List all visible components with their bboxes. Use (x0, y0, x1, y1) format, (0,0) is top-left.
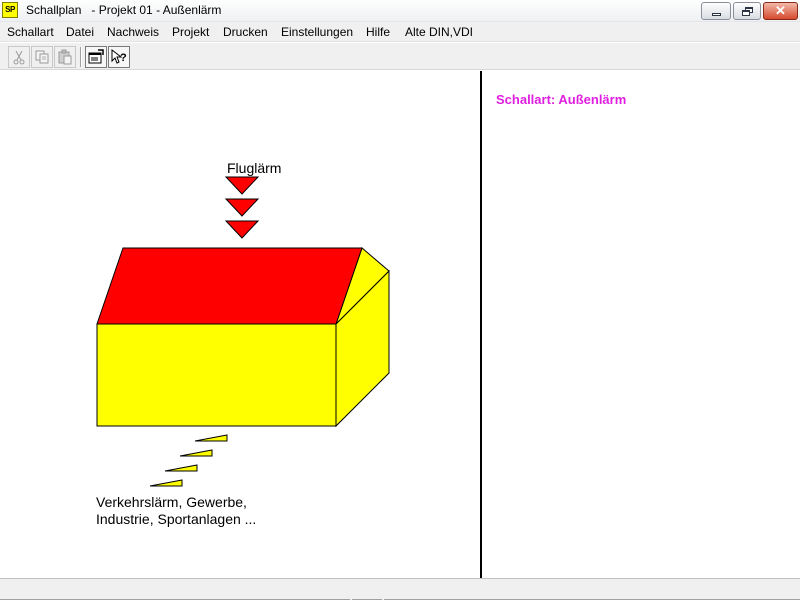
flug-arrow-2 (224, 198, 260, 217)
maximize-button[interactable] (733, 2, 761, 20)
copy-icon (35, 50, 49, 64)
drawing-pane[interactable]: Fluglärm Verkehrslärm, Gewerbe, Industri… (0, 71, 480, 578)
ground-wedge-2 (164, 464, 198, 472)
close-button[interactable]: ✕ (763, 2, 798, 20)
menu-drucken[interactable]: Drucken (220, 24, 271, 40)
cut-button[interactable] (8, 46, 30, 68)
properties-icon (88, 49, 104, 64)
schallart-label: Schallart: Außenlärm (496, 92, 627, 107)
ground-noise-label-line2: Industrie, Sportanlagen ... (96, 511, 257, 527)
ground-wedge-3 (179, 449, 213, 457)
minimize-icon (712, 13, 721, 16)
fluglaerm-label: Fluglärm (227, 160, 282, 176)
ground-wedge-1 (149, 479, 183, 487)
menu-einstellungen[interactable]: Einstellungen (278, 24, 356, 40)
ground-wedge-4 (194, 434, 228, 442)
properties-button[interactable] (85, 46, 107, 68)
restore-icon-front (742, 10, 750, 16)
cut-icon (13, 50, 25, 65)
menu-projekt[interactable]: Projekt (169, 24, 212, 40)
app-icon[interactable]: SP (2, 2, 18, 18)
toolbar-separator (80, 47, 82, 67)
menu-nachweis[interactable]: Nachweis (104, 24, 162, 40)
window-title: Schallplan - Projekt 01 - Außenlärm (26, 3, 222, 17)
info-pane: Schallart: Außenlärm (482, 71, 800, 578)
house-roof (96, 247, 363, 325)
menu-bar: Schallart Datei Nachweis Projekt Drucken… (0, 22, 800, 42)
menu-alte-din-vdi[interactable]: Alte DIN,VDI (402, 24, 476, 40)
menu-datei[interactable]: Datei (63, 24, 97, 40)
svg-text:?: ? (120, 52, 127, 64)
flug-arrow-1 (224, 176, 260, 195)
close-icon: ✕ (775, 3, 786, 18)
menu-schallart[interactable]: Schallart (4, 24, 57, 40)
minimize-button[interactable] (701, 2, 731, 20)
house-front-wall (96, 323, 337, 427)
context-help-icon: ? (111, 49, 127, 64)
title-bar: SP Schallplan - Projekt 01 - Außenlärm ✕ (0, 0, 800, 22)
context-help-button[interactable]: ? (108, 46, 130, 68)
ground-noise-label: Verkehrslärm, Gewerbe, Industrie, Sporta… (96, 494, 256, 528)
flug-arrow-3 (224, 220, 260, 239)
menu-hilfe[interactable]: Hilfe (363, 24, 393, 40)
ground-noise-label-line1: Verkehrslärm, Gewerbe, (96, 494, 247, 510)
toolbar: ? (0, 43, 800, 70)
paste-button[interactable] (54, 46, 76, 68)
status-bar (0, 578, 800, 600)
copy-button[interactable] (31, 46, 53, 68)
paste-icon (58, 49, 72, 65)
